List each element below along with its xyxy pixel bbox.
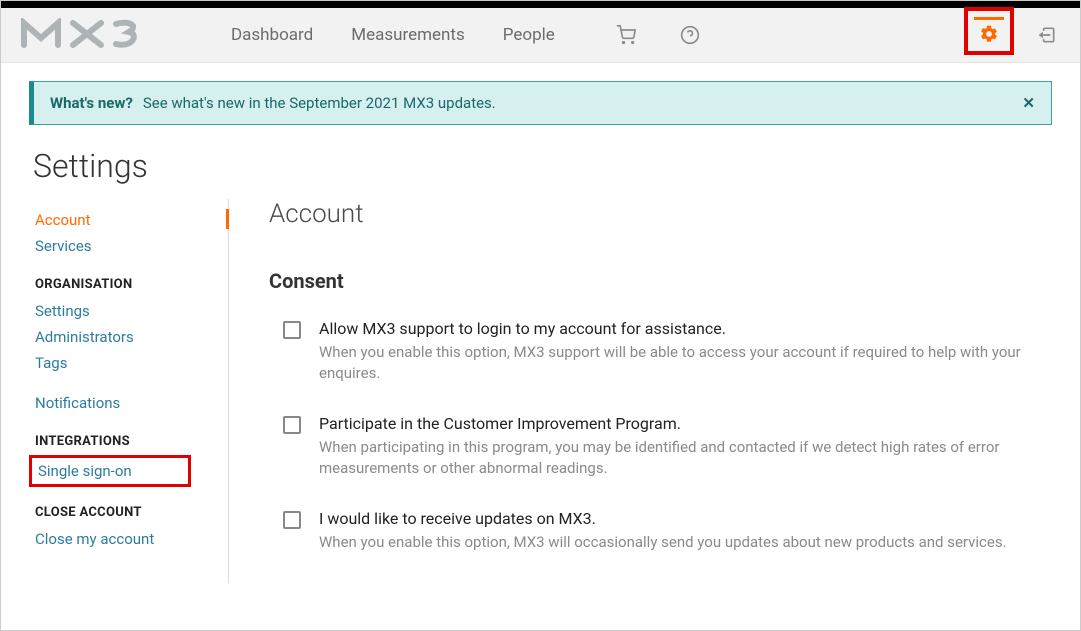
help-icon[interactable] <box>677 22 703 48</box>
section-heading: Account <box>269 199 1052 229</box>
main-panel: Account Consent Allow MX3 support to log… <box>229 199 1052 583</box>
checkbox-updates[interactable] <box>283 511 301 529</box>
settings-sidebar: Account Services ORGANISATION Settings A… <box>29 199 229 583</box>
sidebar-item-single-sign-on[interactable]: Single sign-on <box>32 458 138 484</box>
settings-button-highlight <box>964 7 1014 55</box>
banner-text: See what's new in the September 2021 MX3… <box>143 94 496 112</box>
nav-measurements[interactable]: Measurements <box>351 25 465 45</box>
nav-people[interactable]: People <box>503 25 555 45</box>
sidebar-item-services[interactable]: Services <box>29 233 228 259</box>
option-description: When you enable this option, MX3 will oc… <box>319 532 1007 553</box>
mx3-logo <box>21 18 191 52</box>
sidebar-header-integrations: INTEGRATIONS <box>35 434 228 449</box>
consent-option-improvement-program: Participate in the Customer Improvement … <box>283 414 1052 479</box>
option-label: Allow MX3 support to login to my account… <box>319 319 1052 338</box>
logout-icon[interactable] <box>1034 22 1060 48</box>
sidebar-item-administrators[interactable]: Administrators <box>29 324 228 350</box>
checkbox-improvement-program[interactable] <box>283 416 301 434</box>
page-title: Settings <box>33 147 1080 185</box>
sso-highlight-box: Single sign-on <box>29 455 191 487</box>
option-label: Participate in the Customer Improvement … <box>319 414 1052 433</box>
consent-heading: Consent <box>269 269 1052 293</box>
option-label: I would like to receive updates on MX3. <box>319 509 1007 528</box>
consent-option-updates: I would like to receive updates on MX3. … <box>283 509 1052 553</box>
sidebar-item-close-my-account[interactable]: Close my account <box>29 526 228 552</box>
option-description: When participating in this program, you … <box>319 437 1052 479</box>
banner-title: What's new? <box>50 94 133 112</box>
sidebar-item-tags[interactable]: Tags <box>29 350 228 376</box>
sidebar-header-organisation: ORGANISATION <box>35 277 228 292</box>
whats-new-banner: What's new? See what's new in the Septem… <box>29 81 1052 125</box>
consent-option-support-login: Allow MX3 support to login to my account… <box>283 319 1052 384</box>
top-nav-bar: Dashboard Measurements People <box>1 8 1080 63</box>
sidebar-header-close-account: CLOSE ACCOUNT <box>35 505 228 520</box>
nav-dashboard[interactable]: Dashboard <box>231 25 313 45</box>
sidebar-item-notifications[interactable]: Notifications <box>29 390 228 416</box>
option-description: When you enable this option, MX3 support… <box>319 342 1052 384</box>
sidebar-item-settings[interactable]: Settings <box>29 298 228 324</box>
checkbox-support-login[interactable] <box>283 321 301 339</box>
cart-icon[interactable] <box>613 22 639 48</box>
sidebar-item-account[interactable]: Account <box>29 207 228 233</box>
close-icon[interactable]: ✕ <box>1022 94 1035 112</box>
